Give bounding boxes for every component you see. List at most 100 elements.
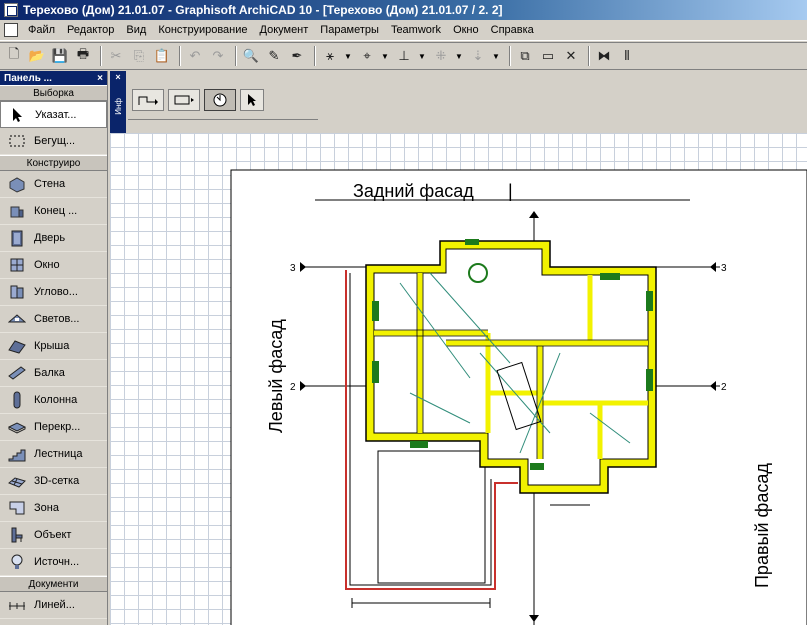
tool-slab[interactable]: Перекр... <box>0 414 107 441</box>
trace-icon[interactable]: ⧓ <box>594 46 614 66</box>
tool-skylight[interactable]: Светов... <box>0 306 107 333</box>
info-box-handle[interactable]: × Инф <box>110 71 126 133</box>
panel-header[interactable]: Панель ... × <box>0 71 107 85</box>
archicad-app-icon[interactable] <box>4 3 18 17</box>
tool-wall-end[interactable]: Конец ... <box>0 198 107 225</box>
rectangle-method-button[interactable] <box>168 88 200 111</box>
left-facade-label: Левый фасад <box>266 319 286 433</box>
tool-label: Линей... <box>34 599 75 611</box>
guide-line-dropdown-icon[interactable]: ▼ <box>417 46 427 66</box>
grid-snap-dropdown-icon[interactable]: ▼ <box>491 46 501 66</box>
rotated-rectangle-button[interactable] <box>204 88 236 111</box>
cursor-arrow-icon <box>248 93 256 106</box>
tool-label: Лестница <box>34 448 83 460</box>
tool-beam[interactable]: Балка <box>0 360 107 387</box>
title-bar[interactable]: Терехово (Дом) 21.01.07 - Graphisoft Arc… <box>0 0 807 20</box>
snap-icon[interactable]: ⌖ <box>357 46 377 66</box>
menu-edit[interactable]: Редактор <box>61 24 120 36</box>
section-selection[interactable]: Выборка <box>0 85 107 101</box>
tool-stair[interactable]: Лестница <box>0 441 107 468</box>
slab-icon <box>8 418 26 436</box>
tool-label: Окно <box>34 259 60 271</box>
menu-design[interactable]: Конструирование <box>152 24 253 36</box>
floor-plan-canvas[interactable]: Задний фасад | Левый фасад Правый фасад … <box>110 133 807 625</box>
archicad-window: Терехово (Дом) 21.01.07 - Graphisoft Arc… <box>0 0 807 625</box>
layer-icon[interactable]: ⧉ <box>515 46 535 66</box>
tool-label: Колонна <box>34 394 78 406</box>
tool-lamp[interactable]: Источн... <box>0 549 107 576</box>
magic-wand-dropdown-icon[interactable]: ▼ <box>343 46 353 66</box>
paste-icon[interactable]: 📋 <box>152 46 172 66</box>
tool-door[interactable]: Дверь <box>0 225 107 252</box>
new-icon[interactable]: 🗋 <box>4 46 24 66</box>
tool-label: Крыша <box>34 340 70 352</box>
axis-label-right-3: 3 <box>721 263 727 274</box>
tool-wall[interactable]: Стена <box>0 171 107 198</box>
section-document[interactable]: Документи <box>0 576 107 592</box>
polyline-method-icon <box>138 96 158 105</box>
print-icon[interactable]: 🖶 <box>73 46 93 66</box>
tool-window[interactable]: Окно <box>0 252 107 279</box>
find-select-icon[interactable]: 🔍 <box>241 46 261 66</box>
cut-icon[interactable]: ✂ <box>106 46 126 66</box>
close-x-icon[interactable]: ✕ <box>561 46 581 66</box>
guide-line-icon[interactable]: ⊥ <box>394 46 414 66</box>
grid-snap-icon[interactable]: ⇣ <box>468 46 488 66</box>
tool-corner-window[interactable]: Углово... <box>0 279 107 306</box>
gravity-dropdown-icon[interactable]: ▼ <box>454 46 464 66</box>
tool-arrow[interactable]: Указат... <box>0 101 107 128</box>
snap-dropdown-icon[interactable]: ▼ <box>380 46 390 66</box>
rectangle-method-icon <box>174 95 194 104</box>
copy-icon[interactable]: ⎘ <box>129 46 149 66</box>
standard-toolbar: 🗋 📂 💾 🖶 ✂ ⎘ 📋 ↶ ↷ 🔍 ✎ ✒ ⚹ ▼ ⌖ ▼ ⊥ ▼ ⁜ ▼ … <box>0 42 807 70</box>
tool-marquee[interactable]: Бегущ... <box>0 128 107 155</box>
tool-label: Зона <box>34 502 59 514</box>
tool-label: Бегущ... <box>34 135 76 147</box>
section-design[interactable]: Конструиро <box>0 155 107 171</box>
toolbar-separator <box>588 46 590 66</box>
marquee-icon <box>8 132 26 150</box>
wall-end-icon <box>8 202 26 220</box>
document-menu-icon[interactable] <box>4 23 18 37</box>
toolbar-separator <box>314 46 316 66</box>
lamp-icon <box>8 553 26 571</box>
info-box-close-icon[interactable]: × <box>115 72 120 82</box>
tool-dimension[interactable]: Линей... <box>0 592 107 619</box>
tool-roof[interactable]: Крыша <box>0 333 107 360</box>
menu-teamwork[interactable]: Teamwork <box>385 24 447 36</box>
skylight-icon <box>8 310 26 328</box>
menu-document[interactable]: Документ <box>254 24 315 36</box>
menu-window[interactable]: Окно <box>447 24 485 36</box>
menu-file[interactable]: Файл <box>22 24 61 36</box>
pointer-mode-button[interactable] <box>240 88 264 111</box>
panel-close-icon[interactable]: × <box>97 73 103 84</box>
open-icon[interactable]: 📂 <box>27 46 47 66</box>
undo-icon[interactable]: ↶ <box>185 46 205 66</box>
tool-label: Светов... <box>34 313 80 325</box>
menu-bar: Файл Редактор Вид Конструирование Докуме… <box>0 20 807 41</box>
menu-help[interactable]: Справка <box>485 24 540 36</box>
stair-icon <box>8 445 26 463</box>
save-icon[interactable]: 💾 <box>50 46 70 66</box>
eyedropper-icon[interactable]: ✎ <box>264 46 284 66</box>
section-icon[interactable]: ⫴ <box>617 46 637 66</box>
right-facade-label: Правый фасад <box>752 463 772 588</box>
syringe-icon[interactable]: ✒ <box>287 46 307 66</box>
corner-window-icon <box>8 283 26 301</box>
menu-options[interactable]: Параметры <box>314 24 385 36</box>
magic-wand-icon[interactable]: ⚹ <box>320 46 340 66</box>
tool-column[interactable]: Колонна <box>0 387 107 414</box>
gravity-icon[interactable]: ⁜ <box>431 46 451 66</box>
zone-icon <box>8 499 26 517</box>
toolbar-separator <box>100 46 102 66</box>
tool-label: Стена <box>34 178 66 190</box>
redo-icon[interactable]: ↷ <box>208 46 228 66</box>
tool-zone[interactable]: Зона <box>0 495 107 522</box>
menu-view[interactable]: Вид <box>120 24 152 36</box>
geometry-method-button[interactable] <box>132 88 164 111</box>
tool-mesh[interactable]: 3D-сетка <box>0 468 107 495</box>
terrace-area <box>377 450 486 584</box>
back-facade-label: Задний фасад <box>353 181 474 201</box>
tool-object[interactable]: Объект <box>0 522 107 549</box>
window-icon[interactable]: ▭ <box>538 46 558 66</box>
